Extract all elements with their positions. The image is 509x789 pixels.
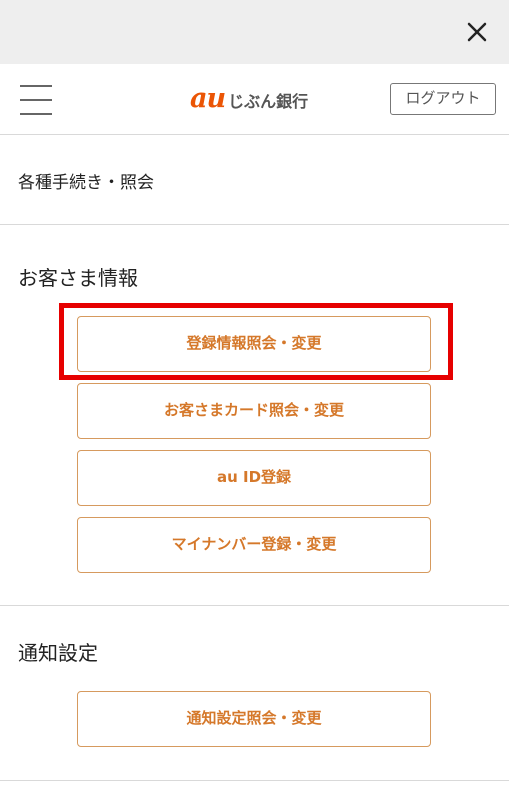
procedures-label: 各種手続き・照会 xyxy=(18,173,154,193)
registration-info-button[interactable]: 登録情報照会・変更 xyxy=(77,316,431,372)
au-id-register-button[interactable]: au ID登録 xyxy=(77,450,431,506)
customer-info-title: お客さま情報 xyxy=(18,266,138,290)
section-divider xyxy=(0,780,509,781)
hamburger-menu-icon[interactable] xyxy=(20,83,52,117)
section-divider xyxy=(0,605,509,606)
top-bar xyxy=(0,0,509,64)
notification-settings-button[interactable]: 通知設定照会・変更 xyxy=(77,691,431,747)
logo-bank-name: じぶん銀行 xyxy=(228,92,309,111)
my-number-button[interactable]: マイナンバー登録・変更 xyxy=(77,517,431,573)
close-icon[interactable] xyxy=(463,18,491,46)
bank-logo: au じぶん銀行 xyxy=(190,84,308,114)
procedures-section: 各種手続き・照会 xyxy=(0,135,509,225)
logout-button[interactable]: ログアウト xyxy=(390,83,496,115)
app-header: au じぶん銀行 ログアウト xyxy=(0,64,509,135)
notification-settings-title: 通知設定 xyxy=(18,641,98,665)
logo-au-text: au xyxy=(190,83,226,114)
customer-card-button[interactable]: お客さまカード照会・変更 xyxy=(77,383,431,439)
